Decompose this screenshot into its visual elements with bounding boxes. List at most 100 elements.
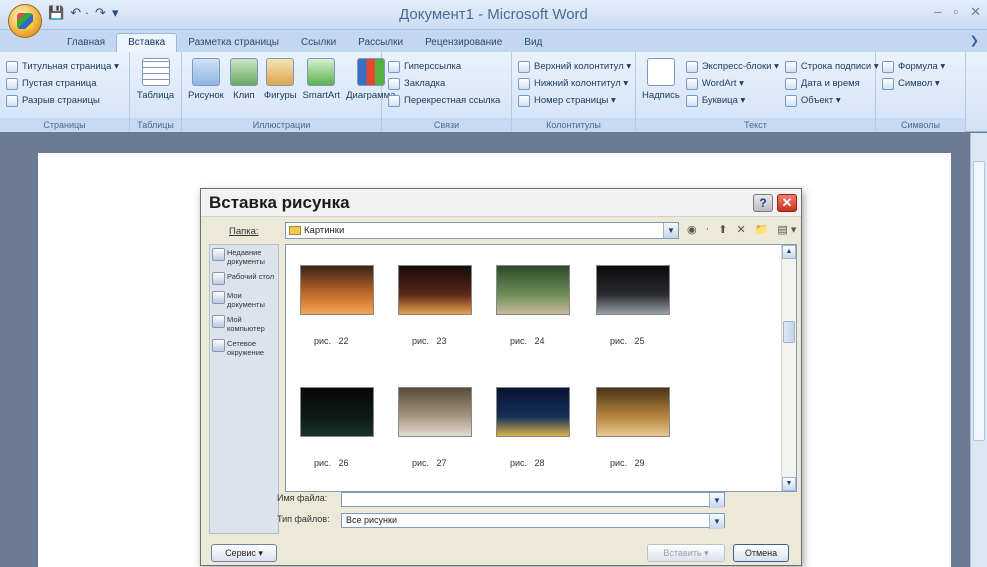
group-header-footer: Верхний колонтитул ▾ Нижний колонтитул ▾…	[512, 52, 636, 132]
ribbon-collapse-icon[interactable]: ❯	[970, 34, 979, 47]
quick-parts-icon	[685, 60, 698, 73]
quick-parts-button[interactable]: Экспресс-блоки ▾	[685, 58, 779, 75]
wordart-icon	[685, 77, 698, 90]
place-recent-documents[interactable]: Недавние документы	[210, 245, 278, 269]
footer-button[interactable]: Нижний колонтитул ▾	[518, 75, 629, 92]
file-name-input[interactable]: ▼	[341, 492, 725, 508]
up-folder-icon[interactable]: ⬆	[718, 223, 727, 236]
file-caption: рис. 26	[314, 458, 349, 468]
page-break-button[interactable]: Разрыв страницы	[6, 92, 123, 109]
tab-mailings[interactable]: Рассылки	[347, 34, 414, 52]
blank-page-button[interactable]: Пустая страница	[6, 75, 123, 92]
chevron-down-icon[interactable]: ▼	[663, 223, 678, 238]
service-button[interactable]: Сервис ▾	[211, 544, 277, 562]
wordart-button[interactable]: WordArt ▾	[685, 75, 779, 92]
group-text: Надпись Экспресс-блоки ▾ WordArt ▾ Букви…	[636, 52, 879, 132]
equation-button[interactable]: Формула ▾	[882, 58, 959, 75]
file-caption: рис. 25	[610, 336, 645, 346]
file-thumbnail[interactable]: рис. 23	[398, 265, 478, 346]
scroll-down-icon[interactable]: ▼	[782, 477, 796, 491]
cancel-button[interactable]: Отмена	[733, 544, 789, 562]
scroll-up-icon[interactable]: ▲	[782, 245, 796, 259]
insert-button[interactable]: Вставить ▾	[647, 544, 725, 562]
back-icon[interactable]: ◉	[687, 223, 697, 236]
symbol-button[interactable]: Символ ▾	[882, 75, 959, 92]
tab-page-layout[interactable]: Разметка страницы	[177, 34, 290, 52]
object-button[interactable]: Объект ▾	[784, 92, 879, 109]
drop-cap-button[interactable]: Буквица ▾	[685, 92, 779, 109]
file-type-select[interactable]: Все рисунки ▼	[341, 513, 725, 529]
dialog-close-button[interactable]: ✕	[777, 194, 797, 212]
tab-view[interactable]: Вид	[513, 34, 553, 52]
group-tables: Таблица Таблицы	[130, 52, 182, 132]
maximize-button[interactable]: ▫	[953, 4, 958, 20]
place-network[interactable]: Сетевое окружение	[210, 336, 278, 360]
file-thumbnail[interactable]: рис. 27	[398, 387, 478, 468]
header-button[interactable]: Верхний колонтитул ▾	[518, 58, 631, 75]
file-thumbnail[interactable]: рис. 26	[300, 387, 380, 468]
date-time-icon	[784, 77, 797, 90]
group-label-symbols: Символы	[876, 118, 965, 132]
bookmark-button[interactable]: Закладка	[388, 75, 505, 92]
document-scrollbar[interactable]	[970, 133, 987, 567]
file-thumbnail[interactable]: рис. 22	[300, 265, 380, 346]
place-my-documents[interactable]: Мои документы	[210, 288, 278, 312]
office-logo-icon	[17, 13, 33, 29]
tab-references[interactable]: Ссылки	[290, 34, 347, 52]
table-icon	[141, 58, 170, 86]
window-title: Документ1 - Microsoft Word	[399, 6, 588, 23]
close-window-button[interactable]: ✕	[970, 4, 981, 20]
date-time-button[interactable]: Дата и время	[784, 75, 879, 92]
signature-line-button[interactable]: Строка подписи ▾	[784, 58, 879, 75]
look-in-select[interactable]: Картинки ▼	[285, 222, 679, 239]
file-list-scroll-thumb[interactable]	[783, 321, 795, 343]
cross-reference-button[interactable]: Перекрестная ссылка	[388, 92, 505, 109]
look-in-label: Папка:	[229, 226, 259, 237]
ribbon-tabs: Главная Вставка Разметка страницы Ссылки…	[0, 30, 987, 52]
file-thumbnail[interactable]: рис. 25	[596, 265, 676, 346]
table-button[interactable]: Таблица	[136, 58, 175, 101]
file-list-scrollbar[interactable]: ▲ ▼	[781, 245, 796, 491]
file-caption: рис. 23	[412, 336, 447, 346]
file-type-label: Тип файлов:	[277, 514, 330, 524]
document-scroll-thumb[interactable]	[973, 161, 985, 441]
new-folder-icon[interactable]: 📁	[755, 223, 769, 236]
thumbnail-image	[300, 387, 374, 437]
picture-button[interactable]: Рисунок	[188, 58, 224, 101]
footer-icon	[518, 77, 530, 90]
place-desktop[interactable]: Рабочий стол	[210, 269, 278, 288]
file-thumbnail[interactable]: рис. 28	[496, 387, 576, 468]
file-thumbnail[interactable]: рис. 29	[596, 387, 676, 468]
file-caption: рис. 27	[412, 458, 447, 468]
dialog-title-bar: Вставка рисунка ? ✕	[201, 189, 801, 217]
hyperlink-button[interactable]: Гиперссылка	[388, 58, 505, 75]
group-label-text: Текст	[636, 118, 875, 132]
shapes-button[interactable]: Фигуры	[264, 58, 297, 101]
thumbnail-image	[596, 265, 670, 315]
blank-page-icon	[6, 77, 18, 90]
dialog-title: Вставка рисунка	[209, 193, 350, 212]
place-my-computer[interactable]: Мой компьютер	[210, 312, 278, 336]
cover-page-button[interactable]: Титульная страница ▾	[6, 58, 123, 75]
views-icon[interactable]: ▤ ▾	[777, 223, 796, 236]
smartart-button[interactable]: SmartArt	[303, 58, 340, 101]
dialog-help-button[interactable]: ?	[753, 194, 773, 212]
file-caption: рис. 28	[510, 458, 545, 468]
minimize-button[interactable]: –	[934, 4, 941, 20]
clip-art-button[interactable]: Клип	[229, 58, 258, 101]
pi-icon	[882, 60, 894, 73]
tab-insert[interactable]: Вставка	[116, 33, 178, 52]
thumbnail-image	[496, 265, 570, 315]
chevron-down-icon[interactable]: ▼	[709, 514, 724, 529]
file-thumbnail[interactable]: рис. 24	[496, 265, 576, 346]
office-button[interactable]	[8, 4, 42, 38]
file-list[interactable]: рис. 22 рис. 23 рис. 24 рис. 25 рис. 26 …	[285, 244, 797, 492]
signature-line-icon	[784, 60, 797, 73]
chevron-down-icon[interactable]: ▼	[709, 493, 724, 508]
desktop-icon	[212, 272, 225, 285]
page-number-button[interactable]: Номер страницы ▾	[518, 92, 629, 109]
tab-home[interactable]: Главная	[56, 34, 116, 52]
separator-icon: ·	[705, 223, 710, 235]
delete-icon[interactable]: ✕	[737, 223, 746, 236]
tab-review[interactable]: Рецензирование	[414, 34, 513, 52]
